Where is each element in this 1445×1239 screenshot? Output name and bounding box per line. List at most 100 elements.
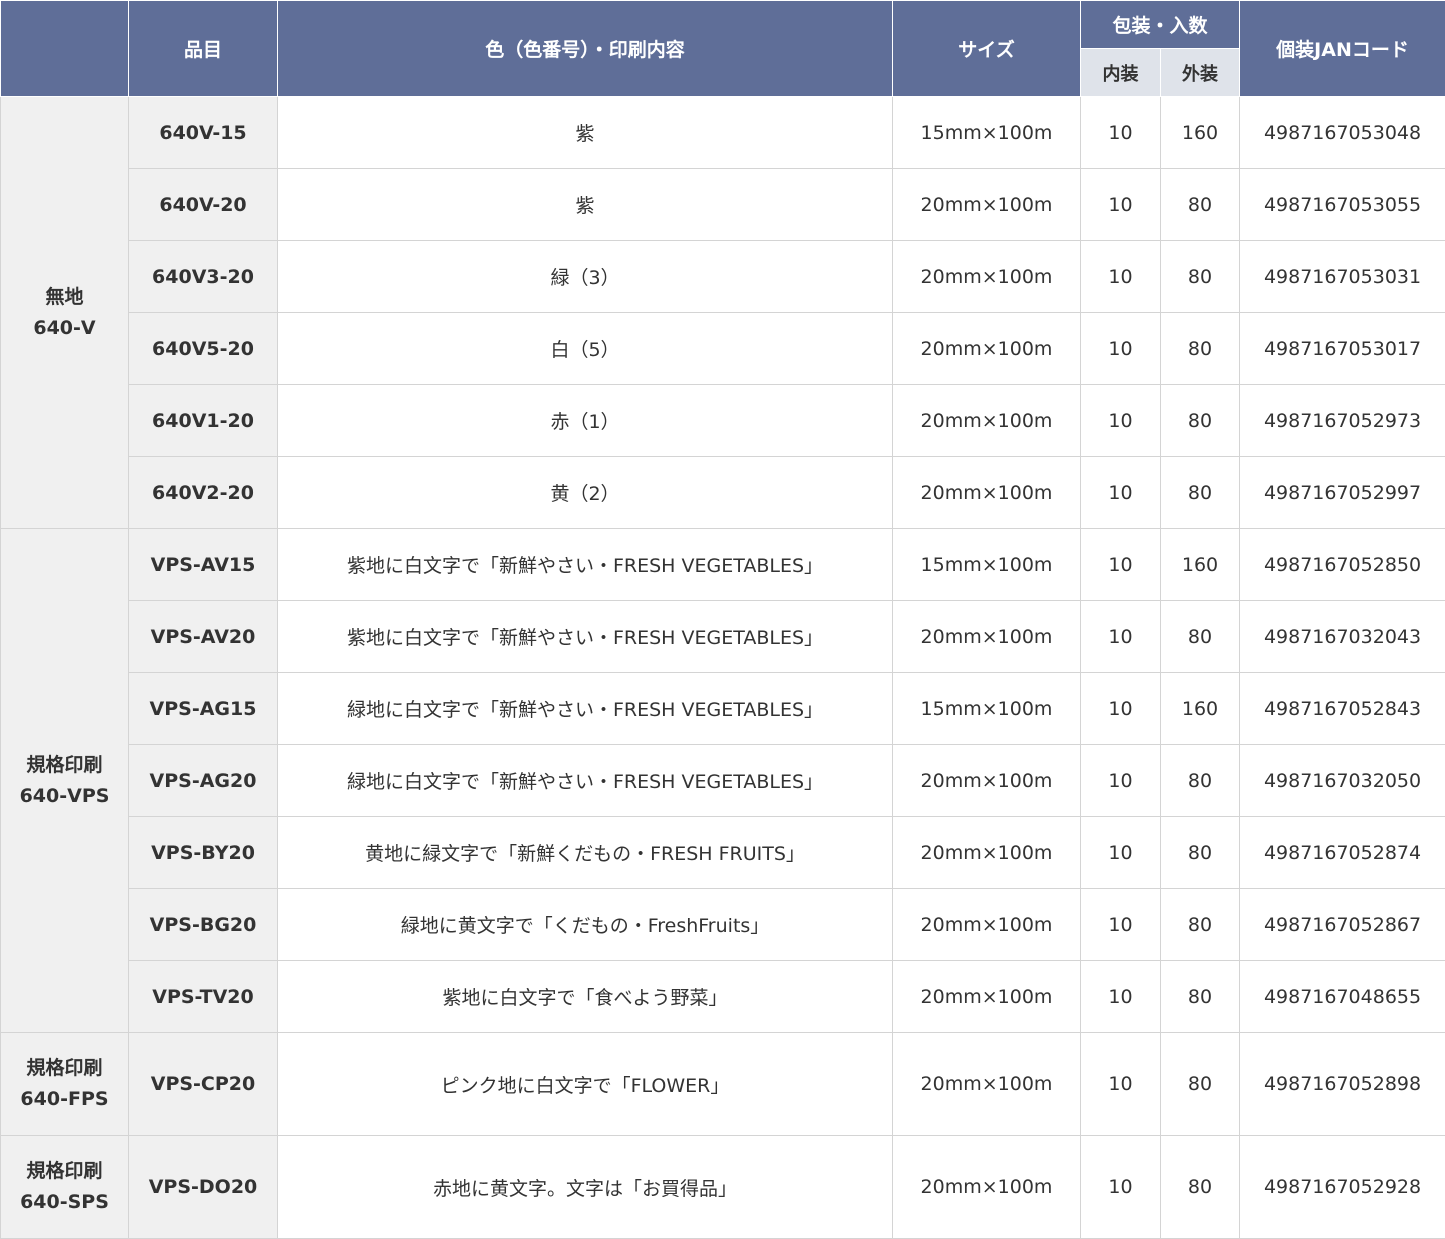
color-cell: 紫 [278,169,893,241]
color-cell: 緑地に白文字で「新鮮やさい・FRESH VEGETABLES」 [278,745,893,817]
inner-cell: 10 [1081,241,1161,313]
size-cell: 20mm×100m [893,961,1081,1033]
group-code: 640-VPS [20,785,110,807]
jan-cell: 4987167052898 [1240,1033,1445,1136]
size-cell: 20mm×100m [893,457,1081,529]
outer-cell: 80 [1161,457,1240,529]
inner-cell: 10 [1081,313,1161,385]
item-cell: VPS-BY20 [129,817,278,889]
header-outer: 外装 [1161,49,1240,97]
table-row: VPS-BY20 黄地に緑文字で「新鮮くだもの・FRESH FRUITS」 20… [1,817,1445,889]
item-cell: VPS-CP20 [129,1033,278,1136]
item-cell: VPS-AG20 [129,745,278,817]
jan-cell: 4987167052867 [1240,889,1445,961]
inner-cell: 10 [1081,673,1161,745]
size-cell: 15mm×100m [893,97,1081,169]
inner-cell: 10 [1081,385,1161,457]
color-cell: 紫地に白文字で「食べよう野菜」 [278,961,893,1033]
header-group [1,1,129,97]
size-cell: 20mm×100m [893,169,1081,241]
outer-cell: 80 [1161,385,1240,457]
size-cell: 20mm×100m [893,313,1081,385]
table-row: 640V1-20 赤（1） 20mm×100m 10 80 4987167052… [1,385,1445,457]
inner-cell: 10 [1081,529,1161,601]
item-cell: 640V5-20 [129,313,278,385]
table-row: VPS-AG15 緑地に白文字で「新鮮やさい・FRESH VEGETABLES」… [1,673,1445,745]
inner-cell: 10 [1081,961,1161,1033]
jan-cell: 4987167053031 [1240,241,1445,313]
jan-cell: 4987167053055 [1240,169,1445,241]
product-spec-table: 品目 色（色番号）・印刷内容 サイズ 包装・入数 個装JANコード 内装 外装 … [0,0,1445,1239]
header-item: 品目 [129,1,278,97]
outer-cell: 80 [1161,889,1240,961]
group-name: 無地 [45,286,83,308]
group-code: 640-V [33,317,95,339]
color-cell: 紫地に白文字で「新鮮やさい・FRESH VEGETABLES」 [278,529,893,601]
item-cell: VPS-TV20 [129,961,278,1033]
size-cell: 20mm×100m [893,241,1081,313]
color-cell: 緑地に黄文字で「くだもの・FreshFruits」 [278,889,893,961]
group-name: 規格印刷 [26,1160,102,1182]
group-code: 640-FPS [20,1088,108,1110]
jan-cell: 4987167048655 [1240,961,1445,1033]
color-cell: 赤地に黄文字。文字は「お買得品」 [278,1136,893,1239]
header-size: サイズ [893,1,1081,97]
outer-cell: 80 [1161,961,1240,1033]
outer-cell: 80 [1161,601,1240,673]
inner-cell: 10 [1081,601,1161,673]
jan-cell: 4987167052874 [1240,817,1445,889]
jan-cell: 4987167052928 [1240,1136,1445,1239]
item-cell: VPS-AV20 [129,601,278,673]
jan-cell: 4987167052843 [1240,673,1445,745]
outer-cell: 80 [1161,1033,1240,1136]
color-cell: 緑（3） [278,241,893,313]
color-cell: 紫地に白文字で「新鮮やさい・FRESH VEGETABLES」 [278,601,893,673]
outer-cell: 160 [1161,97,1240,169]
table-row: 規格印刷640-FPS VPS-CP20 ピンク地に白文字で「FLOWER」 2… [1,1033,1445,1136]
inner-cell: 10 [1081,1136,1161,1239]
item-cell: 640V2-20 [129,457,278,529]
inner-cell: 10 [1081,889,1161,961]
color-cell: 黄地に緑文字で「新鮮くだもの・FRESH FRUITS」 [278,817,893,889]
item-cell: 640V3-20 [129,241,278,313]
table-row: VPS-TV20 紫地に白文字で「食べよう野菜」 20mm×100m 10 80… [1,961,1445,1033]
jan-cell: 4987167053017 [1240,313,1445,385]
jan-cell: 4987167032043 [1240,601,1445,673]
item-cell: VPS-AG15 [129,673,278,745]
inner-cell: 10 [1081,1033,1161,1136]
size-cell: 15mm×100m [893,673,1081,745]
color-cell: 白（5） [278,313,893,385]
header-jan: 個装JANコード [1240,1,1445,97]
table-row: VPS-AV20 紫地に白文字で「新鮮やさい・FRESH VEGETABLES」… [1,601,1445,673]
group-cell: 規格印刷640-VPS [1,529,129,1033]
table-row: 640V3-20 緑（3） 20mm×100m 10 80 4987167053… [1,241,1445,313]
size-cell: 20mm×100m [893,889,1081,961]
jan-cell: 4987167052973 [1240,385,1445,457]
size-cell: 20mm×100m [893,1033,1081,1136]
outer-cell: 160 [1161,529,1240,601]
outer-cell: 80 [1161,241,1240,313]
outer-cell: 80 [1161,169,1240,241]
item-cell: 640V-20 [129,169,278,241]
item-cell: 640V-15 [129,97,278,169]
color-cell: 黄（2） [278,457,893,529]
outer-cell: 80 [1161,1136,1240,1239]
header-inner: 内装 [1081,49,1161,97]
table-row: VPS-AG20 緑地に白文字で「新鮮やさい・FRESH VEGETABLES」… [1,745,1445,817]
inner-cell: 10 [1081,817,1161,889]
outer-cell: 80 [1161,313,1240,385]
jan-cell: 4987167052850 [1240,529,1445,601]
size-cell: 20mm×100m [893,817,1081,889]
table-row: 規格印刷640-VPS VPS-AV15 紫地に白文字で「新鮮やさい・FRESH… [1,529,1445,601]
header-packing: 包装・入数 [1081,1,1240,49]
table-row: 640V2-20 黄（2） 20mm×100m 10 80 4987167052… [1,457,1445,529]
color-cell: 紫 [278,97,893,169]
header-color: 色（色番号）・印刷内容 [278,1,893,97]
size-cell: 20mm×100m [893,601,1081,673]
item-cell: VPS-AV15 [129,529,278,601]
table-row: 規格印刷640-SPS VPS-DO20 赤地に黄文字。文字は「お買得品」 20… [1,1136,1445,1239]
table-row: 無地640-V 640V-15 紫 15mm×100m 10 160 49871… [1,97,1445,169]
size-cell: 20mm×100m [893,745,1081,817]
inner-cell: 10 [1081,745,1161,817]
size-cell: 20mm×100m [893,1136,1081,1239]
